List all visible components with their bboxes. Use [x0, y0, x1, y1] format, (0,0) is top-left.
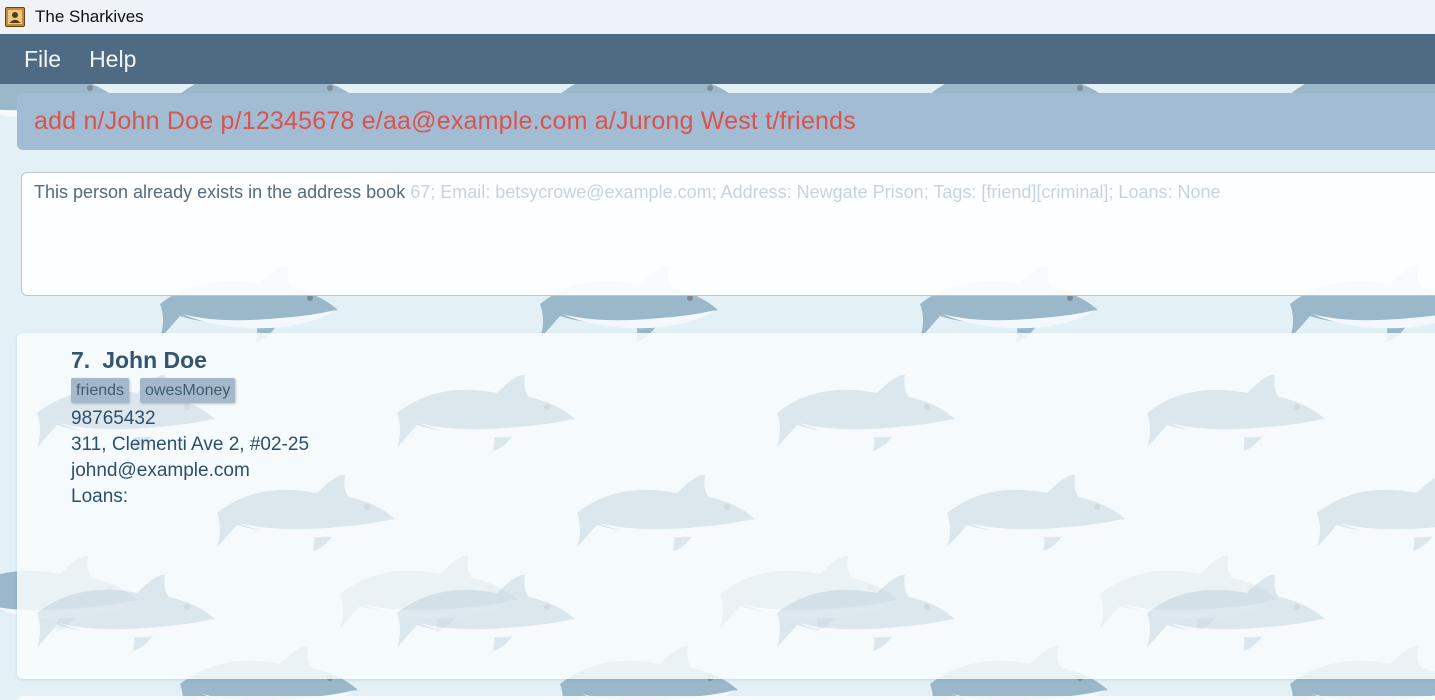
app-window: The Sharkives File Help add n/John Doe p… [0, 0, 1435, 700]
next-person-card[interactable] [17, 696, 1435, 700]
person-loans: Loans: [71, 486, 129, 507]
main-content: add n/John Doe p/12345678 e/aa@example.c… [0, 84, 1435, 700]
person-email: johnd@example.com [71, 460, 250, 481]
result-message: This person already exists in the addres… [34, 182, 406, 202]
menu-help[interactable]: Help [89, 46, 136, 73]
tag-friends: friends [71, 378, 130, 403]
person-index: 7. [71, 347, 91, 373]
contact-book-icon [5, 7, 25, 27]
person-card-body: 7. John Doe friends owesMoney 98765432 3… [71, 347, 309, 510]
person-title: 7. John Doe [71, 347, 309, 374]
menu-bar: File Help [0, 34, 1435, 84]
person-phone: 98765432 [71, 408, 156, 429]
person-address: 311, Clementi Ave 2, #02-25 [71, 434, 310, 455]
person-card[interactable]: 7. John Doe friends owesMoney 98765432 3… [17, 333, 1435, 679]
person-tags: friends owesMoney [71, 378, 309, 403]
result-display[interactable]: This person already exists in the addres… [21, 172, 1435, 296]
command-input[interactable]: add n/John Doe p/12345678 e/aa@example.c… [17, 93, 1435, 150]
command-input-text[interactable]: add n/John Doe p/12345678 e/aa@example.c… [34, 107, 856, 136]
title-bar: The Sharkives [0, 0, 1435, 34]
menu-file[interactable]: File [24, 46, 61, 73]
window-title: The Sharkives [35, 7, 144, 26]
person-name: John Doe [102, 347, 207, 373]
tag-owesmoney: owesMoney [140, 378, 236, 403]
